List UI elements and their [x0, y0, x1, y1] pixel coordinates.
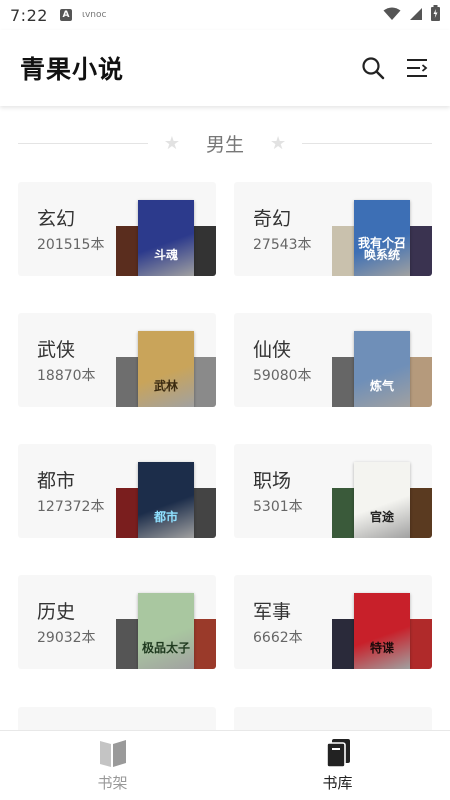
book-cover-main: 都市	[138, 462, 194, 538]
cover-title: 炼气	[369, 379, 394, 394]
wifi-icon	[383, 6, 401, 25]
category-name: 武侠	[37, 339, 76, 361]
cover-title: 特谍	[369, 641, 394, 656]
category-count: 127372本	[37, 499, 105, 515]
cover-stack: 都市	[116, 462, 216, 538]
category-name: 职场	[253, 470, 292, 492]
cover-title: 武林	[153, 379, 178, 394]
book-cover	[194, 226, 216, 276]
category-card-partial[interactable]	[234, 707, 432, 730]
cover-stack: 官途	[332, 462, 432, 538]
category-count: 18870本	[37, 368, 96, 384]
cover-title: 我有个召唤系统	[358, 235, 407, 263]
category-count: 27543本	[253, 237, 312, 253]
category-count: 6662本	[253, 630, 303, 646]
cover-stack: 特谍	[332, 593, 432, 669]
cover-stack: 极品太子	[116, 593, 216, 669]
cover-stack: 武林	[116, 331, 216, 407]
book-cover	[410, 357, 432, 407]
cover-title: 斗魂	[153, 248, 178, 263]
category-card[interactable]: 仙侠 59080本炼气	[234, 313, 432, 407]
book-cover	[116, 619, 138, 669]
library-icon	[325, 739, 350, 768]
category-card[interactable]: 职场 5301本官途	[234, 444, 432, 538]
book-cover	[410, 619, 432, 669]
book-cover	[332, 488, 354, 538]
cover-title: 极品太子	[142, 641, 191, 656]
cover-stack: 炼气	[332, 331, 432, 407]
divider	[18, 142, 148, 144]
book-open-icon	[99, 740, 126, 767]
page-title: 青果小说	[20, 55, 125, 84]
book-cover	[116, 226, 138, 276]
search-icon	[362, 57, 385, 80]
category-card[interactable]: 武侠 18870本武林	[18, 313, 216, 407]
book-cover	[194, 619, 216, 669]
category-name: 奇幻	[253, 208, 292, 230]
signal-icon	[409, 6, 423, 25]
nav-bookshelf-label: 书架	[97, 774, 128, 792]
menu-button[interactable]	[404, 55, 430, 81]
menu-icon	[407, 59, 428, 77]
nav-library-label: 书库	[322, 774, 353, 792]
category-card[interactable]: 都市 127372本 都市	[18, 444, 216, 538]
category-card[interactable]: 奇幻 27543本 我有个召唤系统	[234, 182, 432, 276]
category-name: 仙侠	[253, 339, 292, 361]
category-card[interactable]: 军事 6662本特谍	[234, 575, 432, 669]
book-cover	[410, 488, 432, 538]
category-count: 29032本	[37, 630, 96, 646]
section-title: 男生	[206, 133, 245, 156]
category-count: 5301本	[253, 499, 303, 515]
book-cover-main: 特谍	[354, 593, 410, 669]
cover-stack: 我有个召唤系统	[332, 200, 432, 276]
battery-icon	[431, 5, 440, 25]
book-cover-main: 武林	[138, 331, 194, 407]
category-count: 59080本	[253, 368, 312, 384]
app-bar: 青果小说	[0, 30, 450, 106]
book-cover	[116, 488, 138, 538]
star-icon: ★	[163, 132, 181, 154]
book-cover-main: 炼气	[354, 331, 410, 407]
nav-library[interactable]: 书库	[225, 731, 450, 800]
bottom-nav: 书架 书库	[0, 730, 450, 800]
cover-title: 都市	[153, 510, 178, 525]
library-content: ★ 男生 ★ 玄幻 201515本斗魂 奇幻 27543本 我有个召唤系统武侠 18870…	[0, 106, 450, 730]
star-icon: ★	[269, 132, 287, 154]
category-card-partial[interactable]	[18, 707, 216, 730]
status-bar: 7:22 A ιvnoc	[0, 0, 450, 30]
book-cover-main: 斗魂	[138, 200, 194, 276]
notification-text: ιvnoc	[81, 10, 107, 20]
divider	[302, 142, 433, 144]
category-name: 玄幻	[37, 208, 76, 230]
search-button[interactable]	[360, 55, 386, 81]
book-cover	[194, 357, 216, 407]
book-cover-main: 我有个召唤系统	[354, 200, 410, 276]
section-header: ★ 男生 ★	[18, 128, 433, 158]
book-cover-main: 极品太子	[138, 593, 194, 669]
category-card[interactable]: 玄幻 201515本斗魂	[18, 182, 216, 276]
book-cover	[332, 226, 354, 276]
category-name: 都市	[37, 470, 76, 492]
book-cover-main: 官途	[354, 462, 410, 538]
book-cover	[194, 488, 216, 538]
book-cover	[410, 226, 432, 276]
book-cover	[116, 357, 138, 407]
category-card[interactable]: 历史 29032本极品太子	[18, 575, 216, 669]
nav-bookshelf[interactable]: 书架	[0, 731, 225, 800]
cover-title: 官途	[369, 510, 394, 525]
status-time: 7:22	[10, 5, 48, 25]
book-cover	[332, 357, 354, 407]
app-notification-icon: A	[59, 9, 72, 21]
category-name: 军事	[253, 601, 292, 623]
cover-stack: 斗魂	[116, 200, 216, 276]
book-cover	[332, 619, 354, 669]
category-name: 历史	[37, 601, 76, 623]
category-count: 201515本	[37, 237, 105, 253]
